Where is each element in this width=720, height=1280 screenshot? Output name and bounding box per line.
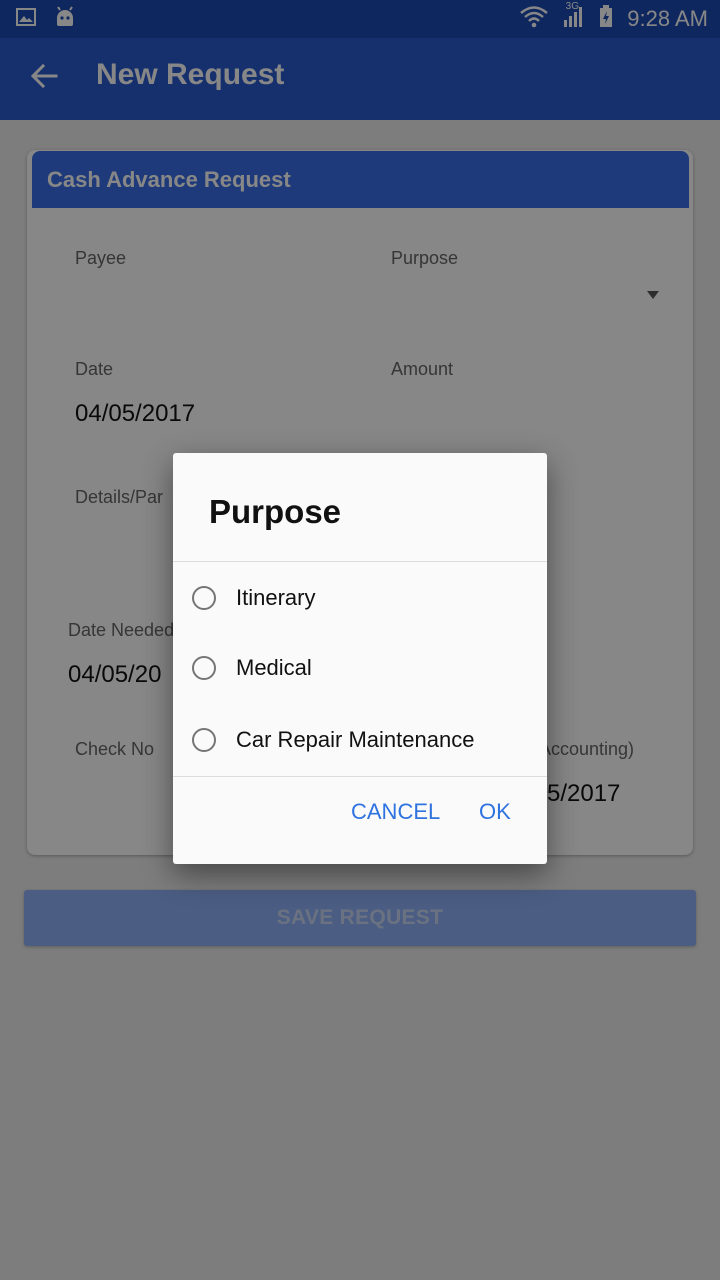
- dialog-title: Purpose: [209, 493, 342, 530]
- radio-button-icon[interactable]: [192, 728, 216, 752]
- ok-button[interactable]: OK: [479, 799, 511, 825]
- option-label: Medical: [236, 655, 312, 680]
- purpose-dialog: Purpose Itinerary Medical Car Repair Mai…: [173, 453, 547, 864]
- dialog-divider: [173, 561, 547, 562]
- option-label: Car Repair Maintenance: [236, 727, 475, 752]
- radio-button-icon[interactable]: [192, 656, 216, 680]
- option-itinerary[interactable]: Itinerary: [173, 563, 547, 633]
- radio-button-icon[interactable]: [192, 586, 216, 610]
- option-medical[interactable]: Medical: [173, 633, 547, 703]
- option-label: Itinerary: [236, 585, 316, 610]
- dialog-divider: [173, 776, 547, 777]
- option-car-repair-maintenance[interactable]: Car Repair Maintenance: [173, 705, 547, 775]
- cancel-button[interactable]: CANCEL: [351, 799, 440, 825]
